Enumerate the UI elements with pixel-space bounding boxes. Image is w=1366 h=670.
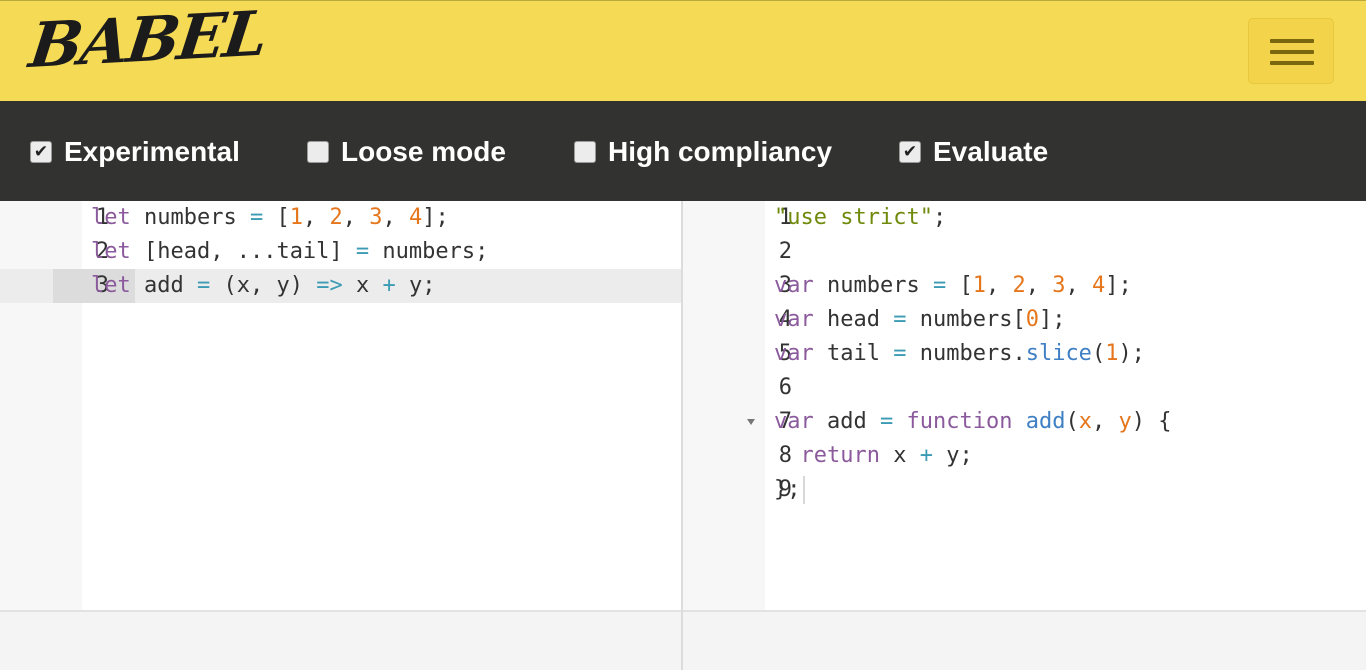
line-number: 2 [778, 239, 792, 264]
code-text[interactable]: "use strict"; [774, 201, 946, 235]
code-line-active[interactable]: 3 let add = (x, y) => x + y; [0, 269, 681, 303]
code-line[interactable]: 4 var head = numbers[0]; [683, 303, 1366, 337]
code-line[interactable]: 5 var tail = numbers.slice(1); [683, 337, 1366, 371]
code-line[interactable]: 2 [683, 235, 1366, 269]
code-line[interactable]: 2 let [head, ...tail] = numbers; [0, 235, 681, 269]
code-text[interactable]: return x + y; [774, 439, 973, 473]
code-text[interactable]: var numbers = [1, 2, 3, 4]; [774, 269, 1132, 303]
code-line[interactable]: 6 [683, 371, 1366, 405]
code-text[interactable]: }; [774, 473, 805, 507]
output-editor[interactable]: 1 "use strict"; 2 3 var numbers = [1, 2,… [683, 201, 1366, 610]
high-compliancy-label: High compliancy [608, 136, 833, 167]
code-line[interactable]: 9 }; [683, 473, 1366, 507]
option-loose-mode[interactable]: Loose mode [307, 136, 506, 167]
code-text[interactable]: let add = (x, y) => x + y; [91, 269, 435, 303]
babel-logo[interactable]: BABEL [25, 0, 270, 82]
code-line[interactable]: 3 var numbers = [1, 2, 3, 4]; [683, 269, 1366, 303]
option-evaluate[interactable]: ✔ Evaluate [899, 136, 1049, 167]
fold-arrow-icon[interactable] [747, 419, 755, 425]
menu-button[interactable] [1248, 18, 1334, 84]
options-toolbar: ✔ Experimental Loose mode High complianc… [0, 101, 1366, 201]
high-compliancy-checkbox[interactable] [574, 141, 596, 163]
input-footer [0, 610, 681, 670]
code-text[interactable]: var tail = numbers.slice(1); [774, 337, 1145, 371]
option-experimental[interactable]: ✔ Experimental [30, 136, 240, 167]
code-text[interactable]: let numbers = [1, 2, 3, 4]; [91, 201, 449, 235]
option-high-compliancy[interactable]: High compliancy [574, 136, 833, 167]
loose-mode-label: Loose mode [341, 136, 506, 167]
output-footer [683, 610, 1366, 670]
evaluate-label: Evaluate [933, 136, 1049, 167]
code-line[interactable]: 1 let numbers = [1, 2, 3, 4]; [0, 201, 681, 235]
code-text[interactable]: let [head, ...tail] = numbers; [91, 235, 488, 269]
experimental-checkbox[interactable]: ✔ [30, 141, 52, 163]
header: BABEL [0, 0, 1366, 101]
input-editor[interactable]: 1 let numbers = [1, 2, 3, 4]; 2 let [hea… [0, 201, 681, 610]
hamburger-menu-icon [1270, 39, 1314, 43]
evaluate-checkbox[interactable]: ✔ [899, 141, 921, 163]
code-line[interactable]: 1 "use strict"; [683, 201, 1366, 235]
text-cursor [802, 476, 805, 504]
code-text[interactable]: var head = numbers[0]; [774, 303, 1065, 337]
experimental-label: Experimental [64, 136, 240, 167]
code-line[interactable]: 8 return x + y; [683, 439, 1366, 473]
loose-mode-checkbox[interactable] [307, 141, 329, 163]
line-number: 6 [778, 375, 792, 400]
code-line[interactable]: 7 var add = function add(x, y) { [683, 405, 1366, 439]
code-text[interactable]: var add = function add(x, y) { [774, 405, 1171, 439]
